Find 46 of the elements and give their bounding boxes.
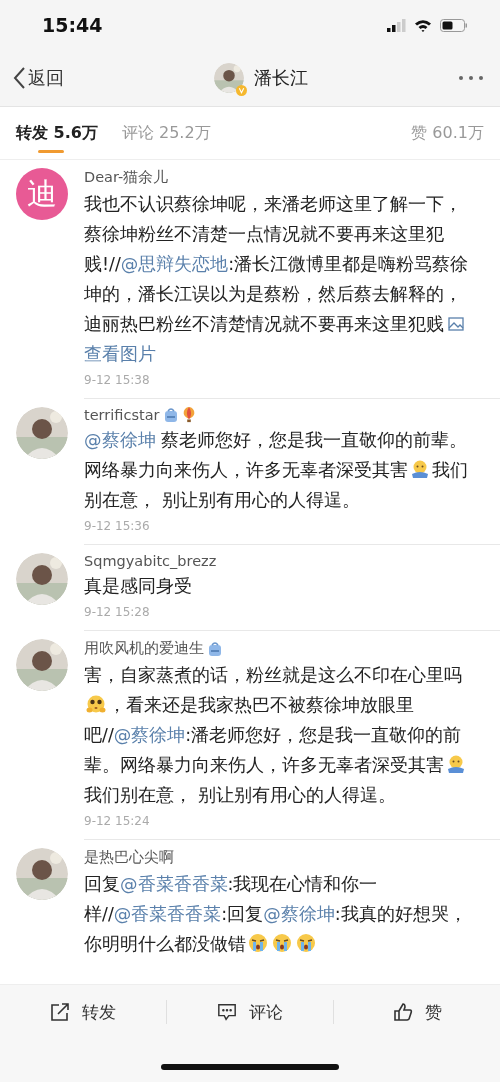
comment-time: 9-12 15:36 [84, 519, 150, 533]
user-name-title: 潘长江 [254, 66, 308, 90]
back-chevron-icon [12, 66, 26, 90]
commenter-name[interactable]: Dear-猫余儿 [84, 168, 169, 187]
commenter-name[interactable]: 用吹风机的爱迪生 [84, 639, 204, 658]
backpack-icon [163, 407, 178, 423]
image-icon [448, 316, 464, 332]
mention-link[interactable]: @蔡徐坤 [113, 725, 186, 745]
commenter-name[interactable]: 是热巴心尖啊 [84, 848, 174, 867]
mention-link[interactable]: @蔡徐坤 [84, 430, 156, 450]
comment-text: 害，自家蒸煮的话，粉丝就是这么不印在心里吗 ，看来还是我家热巴不被蔡徐坤放眼里吧//@蔡徐坤:潘老师您好，您是我一直敬仰的前辈。网络暴力向来伤人，许多无辜者深受其害 我们别在意， 别让别有用心的人得逞。 [84, 660, 476, 810]
repost-button[interactable]: 转发 [0, 999, 166, 1025]
wifi-icon [414, 18, 432, 32]
comment-time: 9-12 15:28 [84, 605, 150, 619]
crying-emoji-icon [248, 933, 268, 953]
crying-emoji-icon [296, 933, 316, 953]
battery-icon [440, 18, 468, 32]
comment-button[interactable]: 评论 [167, 999, 333, 1025]
commenter-name[interactable]: Sqmgyabitc_brezz [84, 553, 217, 569]
pleading-emoji-icon [86, 694, 106, 714]
mention-link[interactable]: @香菜香香菜 [120, 874, 228, 894]
comment-text: @蔡徐坤 蔡老师您好，您是我一直敬仰的前辈。网络暴力向来伤人，许多无辜者深受其害 我们别在意， 别让别有用心的人得逞。 [84, 429, 469, 512]
like-button[interactable]: 赞 [334, 999, 500, 1025]
comment-text: 回复@香菜香香菜:我现在心情和你一样//@香菜香香菜:回复@蔡徐坤:我真的好想哭，你明明什么都没做错 [84, 873, 468, 956]
comment-text: 我也不认识蔡徐坤呢，来潘老师这里了解一下，蔡徐坤粉丝不清楚一点情况就不要再来这里犯贱!//@思辩失恋地:潘长江微博里都是嗨粉骂蔡徐坤的，潘长江误以为是蔡粉，然后蔡去解释的，迪丽热巴粉丝不清楚情况就不要再来这里犯贱 查看图片 [84, 193, 470, 366]
comment-time: 9-12 15:24 [84, 814, 150, 828]
mention-link[interactable]: @思辩失恋地 [120, 254, 229, 274]
share-icon [50, 1002, 70, 1022]
hug-emoji-icon [446, 754, 466, 774]
balloon-icon [181, 407, 196, 423]
mention-link[interactable]: @蔡徐坤 [263, 904, 335, 924]
more-icon[interactable] [458, 75, 484, 81]
hug-emoji-icon [410, 459, 430, 479]
back-button[interactable]: 返回 [12, 66, 64, 90]
view-image-link[interactable]: 查看图片 [84, 344, 156, 364]
backpack-icon [208, 640, 222, 657]
comment-time: 9-12 15:38 [84, 373, 150, 387]
mention-link[interactable]: @香菜香香菜 [113, 904, 222, 924]
commenter-name[interactable]: terrificstar [84, 407, 160, 423]
crying-emoji-icon [272, 933, 292, 953]
status-time: 15:44 [42, 14, 103, 36]
thumbs-up-icon [392, 1002, 413, 1022]
signal-icon [387, 18, 406, 32]
comment-icon [217, 1002, 237, 1022]
tab[interactable]: 转发 5.6万 [16, 107, 98, 159]
comment-text: 真是感同身受 [84, 575, 193, 598]
